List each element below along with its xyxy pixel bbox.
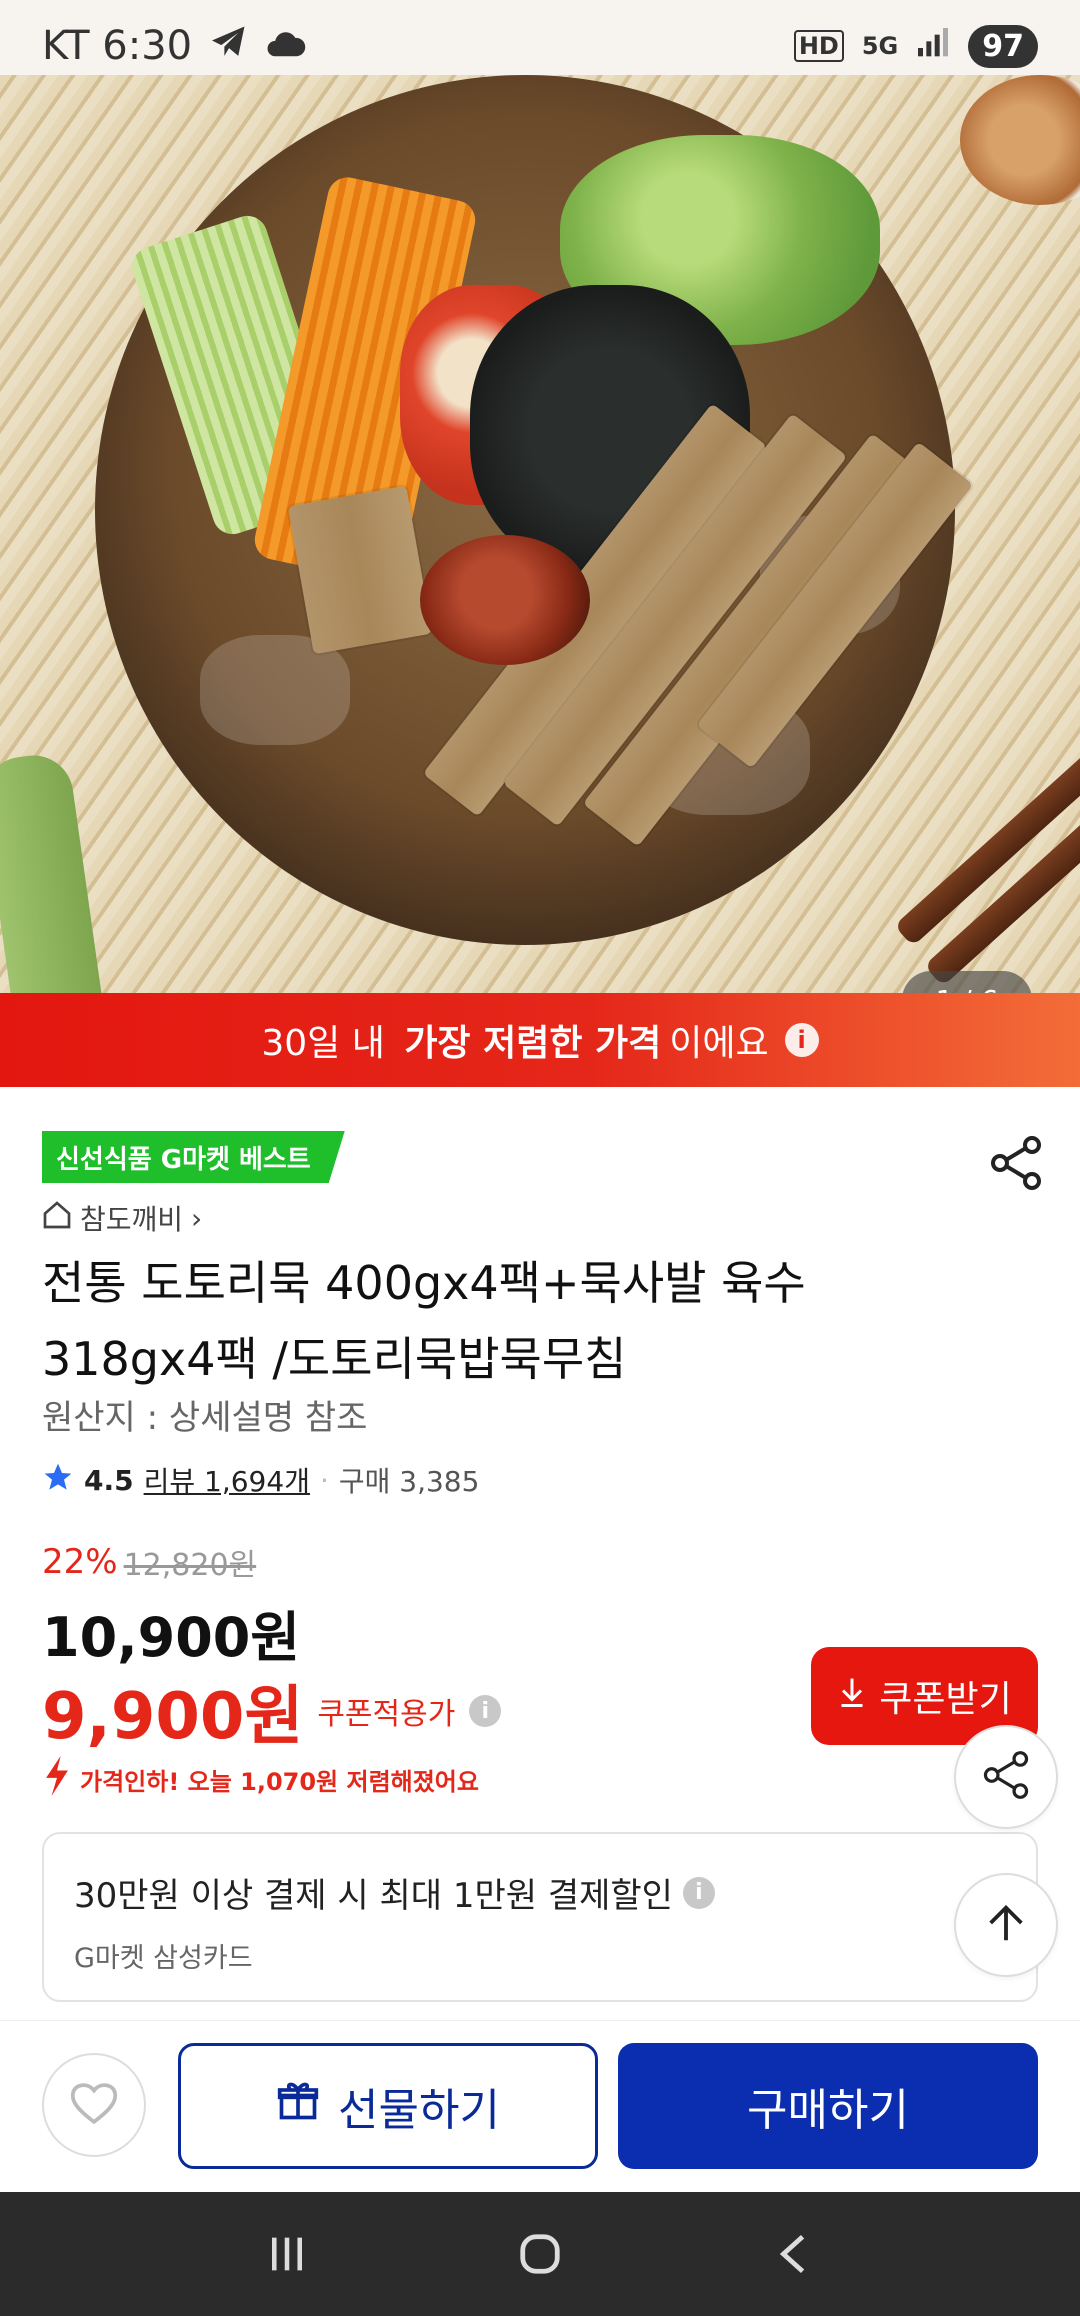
card-offer-title-row: 30만원 이상 결제 시 최대 1만원 결제할인 i [74, 1868, 715, 1917]
status-right: HD 5G 97 [793, 24, 1038, 68]
discount-row: 22% 12,820원 [42, 1540, 256, 1584]
sale-price: 10,900원 [42, 1606, 301, 1669]
back-icon[interactable] [753, 2214, 833, 2294]
muk-slice [287, 485, 433, 655]
banner-prefix: 30일 내 [261, 1023, 397, 1064]
coupon-price: 9,900원 [42, 1680, 304, 1754]
arrow-up-icon [983, 1900, 1029, 1950]
star-icon [42, 1461, 74, 1500]
floating-share-button[interactable] [954, 1725, 1058, 1829]
cloud-icon [266, 23, 306, 69]
coupon-label: 쿠폰적용가 [317, 1697, 456, 1732]
card-discount-offer[interactable]: 30만원 이상 결제 시 최대 1만원 결제할인 i G마켓 삼성카드 [42, 1832, 1038, 2002]
review-link[interactable]: 리뷰 1,694개 [144, 1460, 310, 1500]
card-offer-subtitle: G마켓 삼성카드 [74, 1943, 253, 1974]
buy-button[interactable]: 구매하기 [618, 2043, 1038, 2169]
banner-suffix: 이에요 [669, 1023, 769, 1064]
banner-bold: 가장 저렴한 가격 [404, 1023, 662, 1064]
separator-dot: · [319, 1463, 329, 1497]
signal-icon [916, 28, 950, 64]
status-left: KT 6:30 [42, 23, 306, 69]
gift-button[interactable]: 선물하기 [178, 2043, 598, 2169]
recent-apps-icon[interactable] [247, 2214, 327, 2294]
title-line-1: 전통 도토리묵 400gx4팩+묵사발 육수 [42, 1256, 806, 1310]
like-button[interactable] [42, 2053, 146, 2157]
telegram-icon [210, 23, 248, 69]
home-icon [42, 1200, 72, 1237]
image-counter: 1 / 6 [902, 971, 1032, 993]
system-nav-bar [0, 2192, 1080, 2316]
hd-indicator: HD [793, 30, 844, 62]
gift-icon [276, 2079, 320, 2134]
title-line-2: 318gx4팩 /도토리묵밥묵무침 [42, 1332, 627, 1386]
seller-link[interactable]: 참도깨비 › [42, 1198, 202, 1238]
seller-name: 참도깨비 [80, 1203, 184, 1236]
info-icon[interactable]: i [784, 1023, 819, 1057]
coupon-price-row: 9,900원 쿠폰적용가 i [42, 1665, 502, 1757]
discount-rate: 22% [42, 1542, 118, 1582]
info-icon[interactable]: i [469, 1695, 502, 1727]
rating-score: 4.5 [84, 1463, 134, 1497]
lightning-icon [42, 1756, 72, 1802]
5g-indicator: 5G [861, 32, 899, 60]
share-icon[interactable] [988, 1135, 1044, 1191]
download-icon [837, 1675, 867, 1718]
carrier-time: KT 6:30 [42, 23, 193, 69]
heart-icon [68, 2080, 120, 2130]
leek-image [0, 750, 112, 993]
share-icon [981, 1750, 1031, 1804]
origin-text: 원산지 : 상세설명 참조 [42, 1398, 368, 1438]
gift-label: 선물하기 [338, 2085, 500, 2136]
side-dish-image [960, 75, 1080, 205]
sauce-image [420, 535, 590, 665]
chevron-right-icon: › [191, 1201, 203, 1235]
battery-indicator: 97 [968, 24, 1038, 68]
price-drop-text: 가격인하! 오늘 1,070원 저렴해졌어요 [80, 1767, 479, 1796]
bottom-action-bar: 선물하기 구매하기 [0, 2020, 1080, 2192]
home-nav-icon[interactable] [500, 2214, 580, 2294]
rating-row: 4.5 리뷰 1,694개 · 구매 3,385 [42, 1460, 479, 1500]
original-price: 12,820원 [123, 1548, 257, 1583]
product-title: 전통 도토리묵 400gx4팩+묵사발 육수 318gx4팩 /도토리묵밥묵무침 [42, 1245, 1002, 1397]
best-badge: 신선식품 G마켓 베스트 [42, 1131, 345, 1183]
scroll-to-top-button[interactable] [954, 1873, 1058, 1977]
lowest-price-banner[interactable]: 30일 내 가장 저렴한 가격 이에요 i [0, 993, 1080, 1087]
card-offer-title: 30만원 이상 결제 시 최대 1만원 결제할인 [74, 1876, 673, 1916]
info-icon[interactable]: i [682, 1876, 715, 1909]
price-drop-notice: 가격인하! 오늘 1,070원 저렴해졌어요 [42, 1756, 479, 1802]
product-image[interactable]: 1 / 6 [0, 75, 1080, 993]
purchase-count: 구매 3,385 [338, 1465, 480, 1498]
coupon-button-label: 쿠폰받기 [879, 1679, 1012, 1720]
